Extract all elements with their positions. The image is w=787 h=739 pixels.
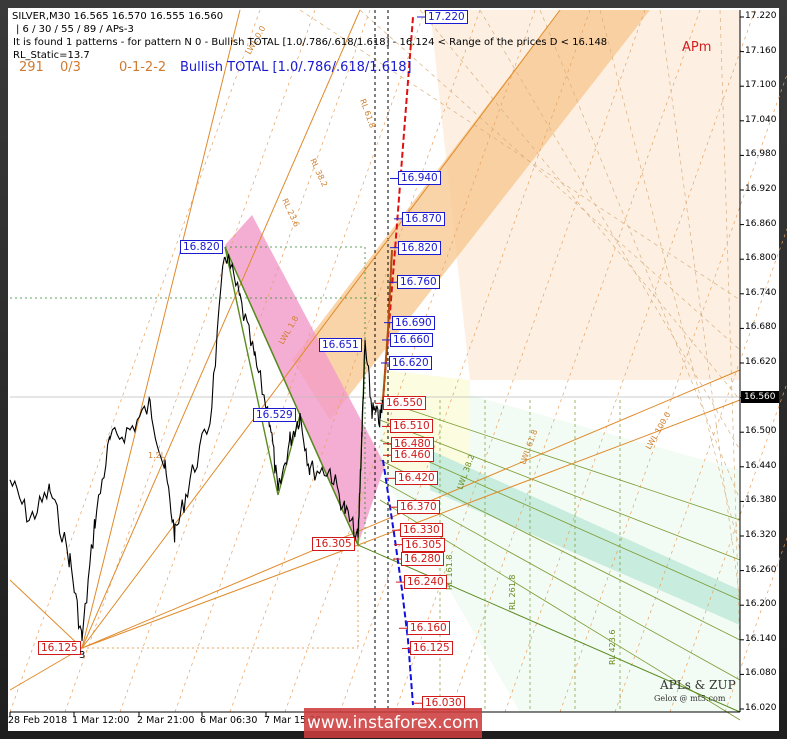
y-tick-label: 16.440: [745, 460, 777, 471]
symbol-line: SILVER,M30 16.565 16.570 16.555 16.560: [12, 11, 224, 22]
y-tick-label: 16.080: [745, 668, 777, 679]
target-level-label: 16.820: [398, 240, 441, 255]
fan-line: [9, 9, 261, 713]
sequence: 0-1-2-2: [119, 60, 167, 75]
target-level-label: 16.370: [397, 500, 440, 515]
pivot-label: 16.305: [312, 537, 355, 551]
count: 291: [19, 60, 44, 75]
y-tick-label: 16.800: [745, 253, 777, 264]
params-line: | 6 / 30 / 55 / 89 / APs-3: [16, 24, 134, 35]
target-level-label: 16.510: [390, 419, 433, 434]
pivot-label: 16.820: [180, 240, 223, 254]
y-tick-label: 16.380: [745, 495, 777, 506]
x-tick-label: 28 Feb 2018: [8, 715, 68, 726]
y-tick-label: 17.220: [745, 11, 777, 21]
brand-subtitle: Gelox @ mt5.com: [654, 694, 726, 703]
orange-ray: [81, 544, 359, 649]
chart-window: RL 61.8 RL 38.2 RL 23.6 LWL 0.0 LWL 100.0 LWL…: [0, 0, 787, 739]
target-level-label: 16.420: [395, 471, 438, 486]
line-label: RL 61.8: [358, 98, 377, 130]
x-tick-label: 6 Mar 06:30: [200, 715, 258, 726]
target-level-label: 16.280: [401, 552, 444, 567]
pivot-label: 16.529: [253, 408, 296, 422]
x-tick-label: 2 Mar 21:00: [137, 715, 195, 726]
target-level-label: 16.940: [398, 171, 441, 186]
line-label: RL 423.6: [608, 630, 617, 665]
pivot-label: 16.125: [38, 641, 81, 655]
y-tick-label: 16.200: [745, 599, 777, 610]
y-tick-label: 16.260: [745, 564, 777, 575]
y-tick-label: 17.160: [745, 45, 777, 56]
y-tick-label: 16.020: [745, 703, 777, 713]
y-tick-label: 16.920: [745, 184, 777, 194]
pivot-label: 16.651: [319, 338, 362, 352]
line-label: RL 23.6: [280, 197, 301, 228]
target-level-label: 16.305: [402, 537, 445, 552]
y-tick-label: 16.620: [745, 357, 777, 367]
target-level-label: 16.550: [383, 396, 426, 411]
y-tick-label: 16.140: [745, 633, 777, 644]
y-tick-label: 16.500: [745, 426, 777, 437]
target-level-label: 16.870: [402, 211, 445, 226]
y-tick-label: 16.860: [745, 218, 777, 229]
target-level-label: 17.220: [425, 10, 468, 24]
y-tick-label: 16.680: [745, 322, 777, 333]
line-label: RL 38.2: [308, 157, 329, 188]
line-label: RL 261.8: [508, 575, 517, 610]
y-tick-label: 16.320: [745, 530, 777, 540]
brand-title: APLs & ZUP: [660, 678, 736, 692]
target-level-label: 16.240: [404, 575, 447, 590]
orange-ray: [9, 579, 83, 649]
watermark: www.instaforex.com: [304, 708, 482, 738]
target-level-label: 16.330: [400, 523, 443, 538]
target-level-label: 16.620: [389, 356, 432, 370]
ratio: 0/3: [60, 60, 81, 75]
found-line: It is found 1 patterns - for pattern N 0…: [13, 37, 608, 48]
target-level-label: 16.460: [391, 448, 434, 463]
current-price-tag: 16.560: [741, 391, 779, 403]
target-level-label: 16.160: [407, 621, 450, 636]
line-label: LWL 100.0: [644, 411, 673, 451]
target-level-label: 16.760: [397, 275, 440, 290]
apm-label: APm: [682, 40, 712, 55]
target-level-label: 16.660: [390, 332, 433, 347]
x-tick-label: 1 Mar 12:00: [72, 715, 130, 726]
pivot-marker: 3: [79, 650, 86, 661]
target-level-label: 16.690: [392, 315, 435, 330]
line-label: 1.2L: [148, 451, 166, 460]
y-tick-label: 16.740: [745, 287, 777, 298]
y-tick-label: 17.040: [745, 114, 777, 125]
orange-ray: [81, 9, 241, 649]
y-tick-label: 17.100: [745, 80, 777, 91]
y-tick-label: 16.980: [745, 149, 777, 160]
target-level-label: 16.125: [410, 641, 453, 656]
pattern-name: Bullish TOTAL [1.0/.786/.618/1.618]: [180, 60, 412, 75]
